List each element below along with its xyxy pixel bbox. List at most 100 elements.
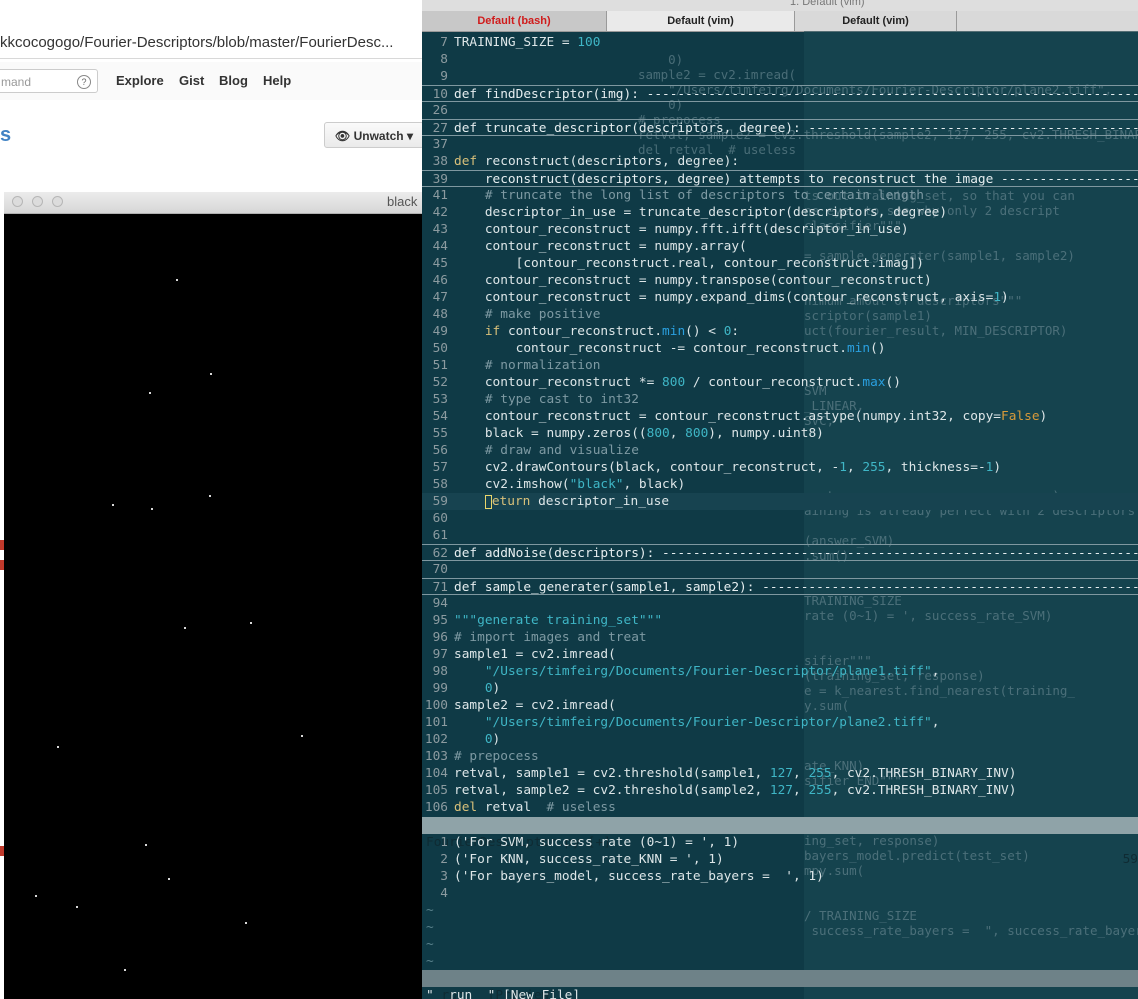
unwatch-button[interactable]: 👁 Unwatch ▾: [324, 122, 422, 148]
code-line[interactable]: 94: [422, 595, 1138, 612]
code-line[interactable]: 97 sample1 = cv2.imread(: [422, 646, 1138, 663]
code-line[interactable]: 26: [422, 102, 1138, 119]
code-line[interactable]: 96 # import images and treat: [422, 629, 1138, 646]
terminal-title: 1. Default (vim): [790, 0, 865, 8]
line-text: # make positive: [484, 307, 601, 322]
black-window[interactable]: black: [4, 192, 422, 999]
nav-explore[interactable]: Explore: [116, 62, 164, 100]
code-line[interactable]: 59 eturn descriptor_in_use: [422, 493, 1138, 510]
noise-dot: [168, 878, 170, 880]
line-text: reconstruct(descriptors, degree) attempt…: [484, 172, 1138, 187]
ghost-line: success_rate_bayers = ", success_rate_ba…: [804, 923, 1138, 938]
line-text: ('For SVM, success rate (0~1) = ', 1): [454, 835, 740, 850]
search-input[interactable]: mand ?: [0, 69, 98, 93]
tab-vim-2[interactable]: Default (vim): [795, 11, 957, 31]
code-line[interactable]: 100 sample2 = cv2.imread(: [422, 697, 1138, 714]
line-text: def truncate_descriptor(descriptors, deg…: [454, 121, 1138, 136]
code-line[interactable]: 70: [422, 561, 1138, 578]
code-line[interactable]: 102 0): [422, 731, 1138, 748]
line-number: 103: [424, 749, 448, 764]
code-line[interactable]: 98 "/Users/timfeirg/Documents/Fourier-De…: [422, 663, 1138, 680]
code-line[interactable]: 52 contour_reconstruct *= 800 / contour_…: [422, 374, 1138, 391]
code-line[interactable]: 105 retval, sample2 = cv2.threshold(sampl…: [422, 782, 1138, 799]
help-icon[interactable]: ?: [77, 75, 91, 89]
line-text: cv2.imshow("black", black): [454, 477, 686, 492]
minimize-icon[interactable]: [32, 196, 43, 207]
tab-label: Default (bash): [477, 15, 551, 27]
black-window-titlebar[interactable]: black: [4, 192, 422, 214]
code-line[interactable]: 55 black = numpy.zeros((800, 800), numpy…: [422, 425, 1138, 442]
line-number: 43: [432, 222, 448, 237]
folded-line[interactable]: 10 def findDescriptor(img): -------------…: [422, 85, 1138, 102]
line-text: black = numpy.zeros((800, 800), numpy.ui…: [454, 426, 824, 441]
code-line[interactable]: 47 contour_reconstruct = numpy.expand_di…: [422, 289, 1138, 306]
code-line[interactable]: 103 # prepocess: [422, 748, 1138, 765]
empty-line-tilde: ~: [426, 937, 434, 952]
noise-dot: [112, 504, 114, 506]
line-text: # draw and visualize: [484, 443, 639, 458]
code-line[interactable]: 48 # make positive: [422, 306, 1138, 323]
line-text: def addNoise(descriptors): -------------…: [454, 546, 1138, 561]
code-line[interactable]: 8: [422, 51, 1138, 68]
nav-blog[interactable]: Blog: [219, 62, 248, 100]
code-line[interactable]: 61: [422, 527, 1138, 544]
code-line[interactable]: 38 def reconstruct(descriptors, degree):: [422, 153, 1138, 170]
line-number: 55: [432, 426, 448, 441]
line-number: 44: [432, 239, 448, 254]
line-number: 94: [432, 596, 448, 611]
repo-name-fragment[interactable]: s: [0, 124, 11, 147]
terminal-window[interactable]: 1. Default (vim) Default (bash) Default …: [422, 0, 1138, 999]
tab-label: Default (vim): [667, 15, 734, 27]
code-line[interactable]: 95 """generate training_set""": [422, 612, 1138, 629]
code-line[interactable]: 44 contour_reconstruct = numpy.array(: [422, 238, 1138, 255]
line-text: retval, sample1 = cv2.threshold(sample1,…: [454, 766, 1017, 781]
code-line[interactable]: 54 contour_reconstruct = contour_reconst…: [422, 408, 1138, 425]
preview-line[interactable]: 2 ('For KNN, success_rate_KNN = ', 1): [422, 851, 1138, 868]
folded-line[interactable]: 27 def truncate_descriptor(descriptors, d…: [422, 119, 1138, 136]
code-line[interactable]: 9: [422, 68, 1138, 85]
code-line[interactable]: 57 cv2.drawContours(black, contour_recon…: [422, 459, 1138, 476]
zoom-icon[interactable]: [52, 196, 63, 207]
code-line[interactable]: 99 0): [422, 680, 1138, 697]
code-line[interactable]: 60: [422, 510, 1138, 527]
code-line[interactable]: 43 contour_reconstruct = numpy.fft.ifft(…: [422, 221, 1138, 238]
preview-line[interactable]: 4: [422, 885, 1138, 902]
code-line[interactable]: 51 # normalization: [422, 357, 1138, 374]
folded-line[interactable]: 39 reconstruct(descriptors, degree) atte…: [422, 170, 1138, 187]
line-text: retval, sample2 = cv2.threshold(sample2,…: [454, 783, 1017, 798]
repo-header: s 👁 Unwatch ▾: [0, 100, 422, 170]
url-bar[interactable]: kkcocogogo/Fourier-Descriptors/blob/mast…: [0, 28, 422, 59]
tab-vim-1[interactable]: Default (vim): [607, 11, 795, 31]
code-line[interactable]: 7 TRAINING_SIZE = 100: [422, 34, 1138, 51]
terminal-titlebar[interactable]: 1. Default (vim): [422, 0, 1138, 11]
line-text: contour_reconstruct *= 800 / contour_rec…: [454, 375, 901, 390]
nav-gist[interactable]: Gist: [179, 62, 204, 100]
line-number: 102: [424, 732, 448, 747]
close-icon[interactable]: [12, 196, 23, 207]
code-line[interactable]: 53 # type cast to int32: [422, 391, 1138, 408]
code-line[interactable]: 37: [422, 136, 1138, 153]
line-text: eturn descriptor_in_use: [454, 493, 669, 510]
noise-dot: [210, 373, 212, 375]
code-line[interactable]: 50 contour_reconstruct -= contour_recons…: [422, 340, 1138, 357]
line-number: 50: [432, 341, 448, 356]
preview-line[interactable]: 1 ('For SVM, success rate (0~1) = ', 1): [422, 834, 1138, 851]
line-number: 105: [424, 783, 448, 798]
code-line[interactable]: 42 descriptor_in_use = truncate_descript…: [422, 204, 1138, 221]
folded-line[interactable]: 62 def addNoise(descriptors): -----------…: [422, 544, 1138, 561]
tab-bash[interactable]: Default (bash): [422, 11, 607, 31]
code-line[interactable]: 104 retval, sample1 = cv2.threshold(sampl…: [422, 765, 1138, 782]
code-line[interactable]: 45 [contour_reconstruct.real, contour_re…: [422, 255, 1138, 272]
code-line[interactable]: 58 cv2.imshow("black", black): [422, 476, 1138, 493]
code-line[interactable]: 101 "/Users/timfeirg/Documents/Fourier-D…: [422, 714, 1138, 731]
noise-dot: [57, 746, 59, 748]
noise-dot: [76, 906, 78, 908]
code-line[interactable]: 56 # draw and visualize: [422, 442, 1138, 459]
code-line[interactable]: 41 # truncate the long list of descripto…: [422, 187, 1138, 204]
code-line[interactable]: 49 if contour_reconstruct.min() < 0:: [422, 323, 1138, 340]
preview-line[interactable]: 3 ('For bayers_model, success_rate_bayers…: [422, 868, 1138, 885]
folded-line[interactable]: 71 def sample_generater(sample1, sample2)…: [422, 578, 1138, 595]
code-line[interactable]: 46 contour_reconstruct = numpy.transpose…: [422, 272, 1138, 289]
code-line[interactable]: 106 del retval # useless: [422, 799, 1138, 816]
nav-help[interactable]: Help: [263, 62, 291, 100]
